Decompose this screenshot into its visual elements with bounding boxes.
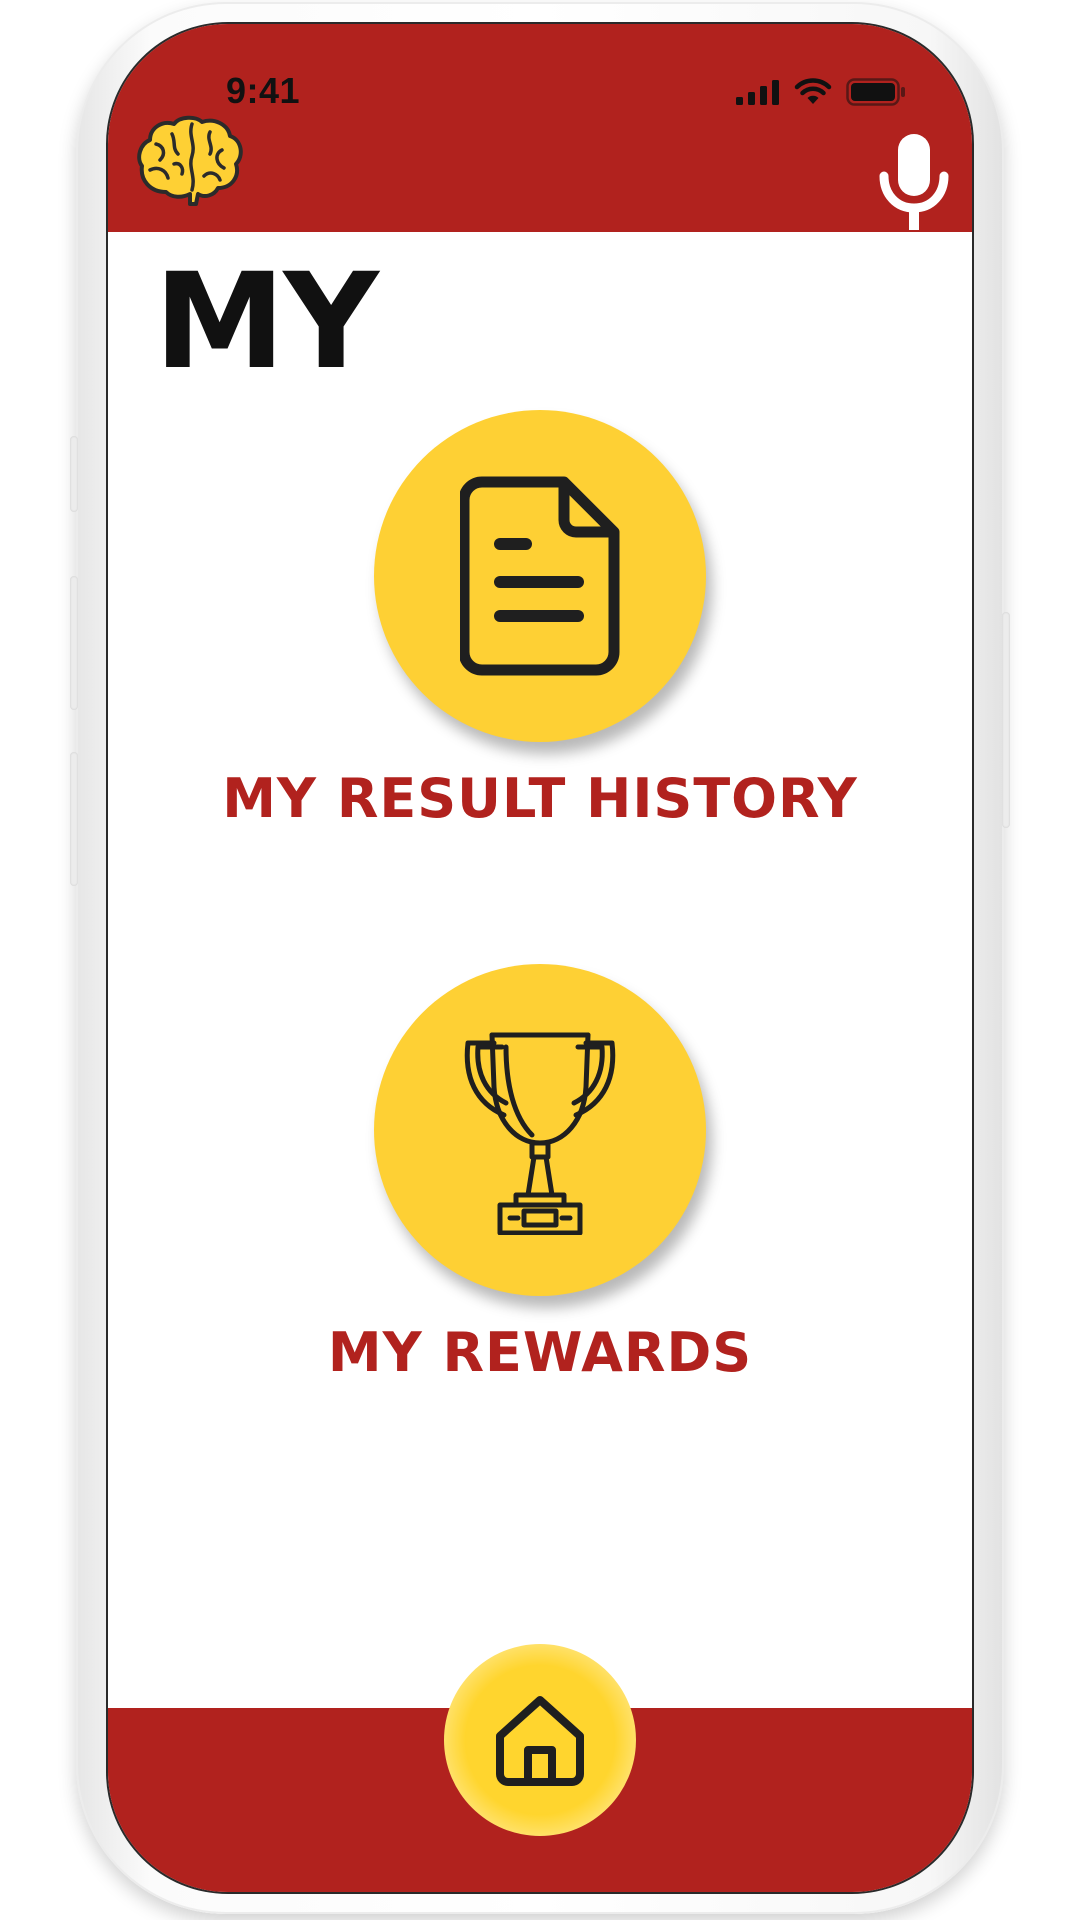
phone-volume-up xyxy=(70,576,78,710)
wifi-icon xyxy=(794,78,832,104)
rewards-button[interactable]: MY REWARDS xyxy=(108,964,972,1380)
rewards-label[interactable]: MY REWARDS xyxy=(108,1326,972,1380)
rewards-circle[interactable] xyxy=(374,964,706,1296)
phone-volume-down xyxy=(70,752,78,886)
home-button[interactable] xyxy=(444,1644,636,1836)
app-screen: 9:41 MY MY RESULT HISTORY MY REWARDS xyxy=(108,24,972,1892)
trophy-icon xyxy=(464,1032,616,1235)
battery-icon xyxy=(846,78,905,106)
page-title: MY xyxy=(154,245,379,399)
brain-icon[interactable] xyxy=(136,114,246,206)
status-icons xyxy=(736,78,906,106)
header-bar: 9:41 xyxy=(108,24,972,232)
document-icon xyxy=(460,476,620,676)
phone-mute-switch xyxy=(70,436,78,512)
result-history-button[interactable]: MY RESULT HISTORY xyxy=(108,410,972,826)
home-icon xyxy=(496,1696,584,1786)
microphone-icon[interactable] xyxy=(878,132,950,232)
result-history-circle[interactable] xyxy=(374,410,706,742)
result-history-label[interactable]: MY RESULT HISTORY xyxy=(108,772,972,826)
phone-power-button xyxy=(1002,612,1010,828)
status-time: 9:41 xyxy=(226,70,301,111)
signal-icon xyxy=(736,80,779,105)
